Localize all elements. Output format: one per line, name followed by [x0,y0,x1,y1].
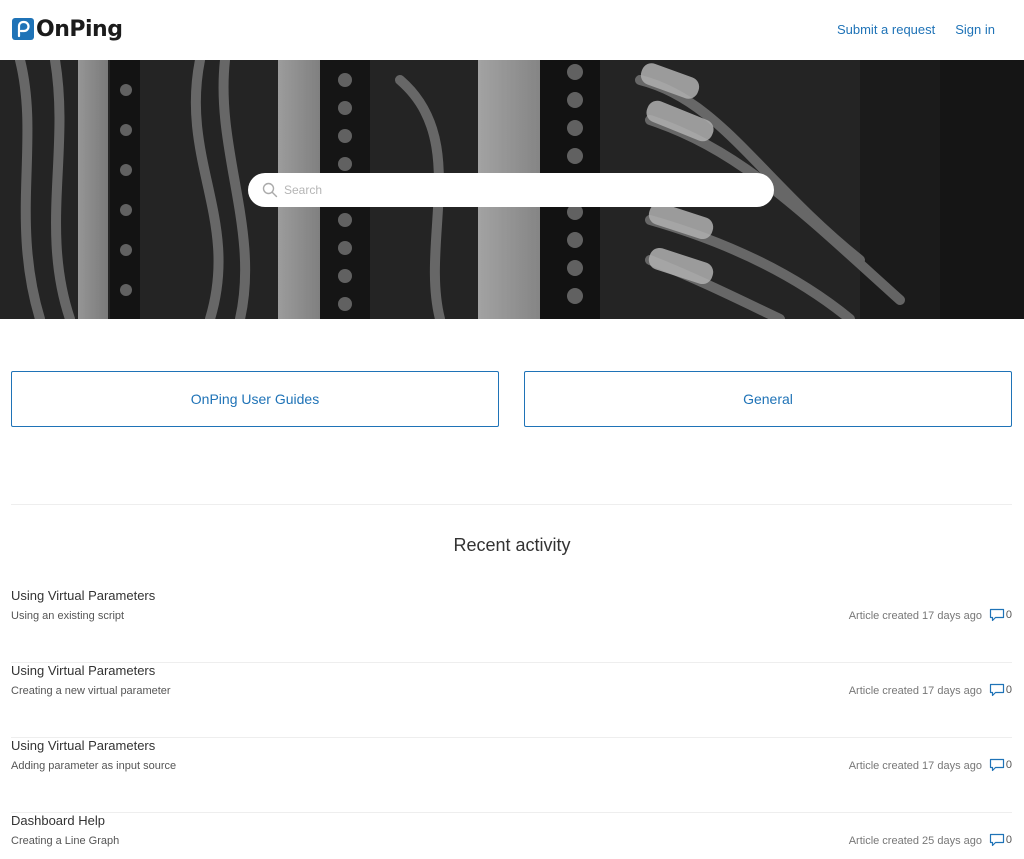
category-general[interactable]: General [524,371,1012,427]
activity-title-link[interactable]: Using Virtual Parameters [11,663,155,678]
search-input[interactable] [284,183,754,197]
logo[interactable]: OnPing [12,14,123,44]
logo-icon [12,18,34,40]
logo-text: OnPing [36,16,123,42]
list-item: Using Virtual Parameters Using an existi… [11,588,1012,663]
activity-article-link[interactable]: Adding parameter as input source [11,760,176,772]
activity-meta: Article created 17 days ago [848,760,982,772]
list-item: Using Virtual Parameters Creating a new … [11,663,1012,738]
comment-icon [989,758,1004,772]
section-divider [11,504,1012,505]
top-nav: Submit a request Sign in [837,22,995,37]
hero-banner [0,60,1024,319]
activity-title-link[interactable]: Using Virtual Parameters [11,738,155,753]
search-icon [262,182,278,198]
category-onping-user-guides[interactable]: OnPing User Guides [11,371,499,427]
comment-icon [989,683,1004,697]
activity-meta: Article created 17 days ago [848,610,982,622]
sign-in-link[interactable]: Sign in [955,22,995,37]
list-item: Dashboard Help Creating a Line Graph Art… [11,813,1012,859]
comment-icon [989,833,1004,847]
category-blocks: OnPing User Guides General [11,371,1012,427]
activity-article-link[interactable]: Using an existing script [11,610,124,622]
comment-count-value: 0 [1005,759,1012,771]
comment-count-value: 0 [1005,684,1012,696]
activity-meta: Article created 25 days ago [848,835,982,847]
comment-count-value: 0 [1005,609,1012,621]
comment-count[interactable]: 0 [989,758,1012,772]
list-item: Using Virtual Parameters Adding paramete… [11,738,1012,813]
site-header: OnPing Submit a request Sign in [0,0,1024,60]
comment-count[interactable]: 0 [989,833,1012,847]
submit-request-link[interactable]: Submit a request [837,22,935,37]
activity-article-link[interactable]: Creating a Line Graph [11,835,119,847]
activity-article-link[interactable]: Creating a new virtual parameter [11,685,171,697]
activity-title-link[interactable]: Dashboard Help [11,813,105,828]
comment-count-value: 0 [1005,834,1012,846]
recent-activity-title: Recent activity [453,535,571,555]
activity-title-link[interactable]: Using Virtual Parameters [11,588,155,603]
comment-icon [989,608,1004,622]
comment-count[interactable]: 0 [989,608,1012,622]
activity-meta: Article created 17 days ago [848,685,982,697]
search-bar[interactable] [248,173,774,207]
comment-count[interactable]: 0 [989,683,1012,697]
